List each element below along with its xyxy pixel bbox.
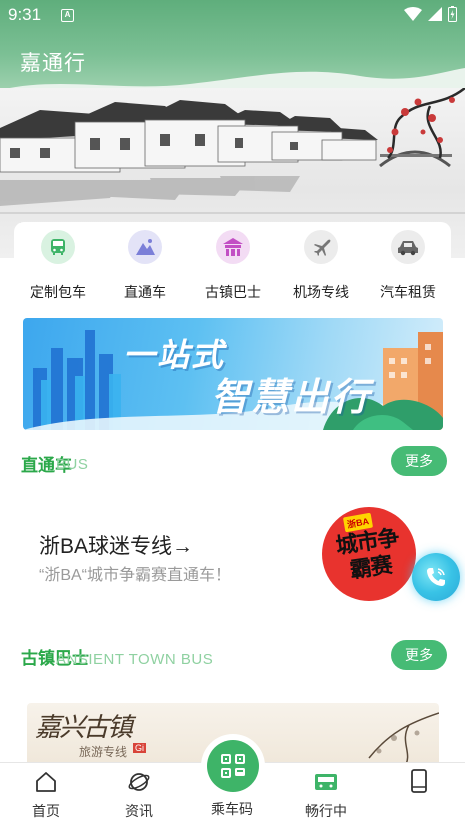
promo-item-zheba[interactable]: 浙BA球迷专线→ “浙BA“城市争霸赛直通车！ 浙BA 城市争霸赛 [0,486,465,606]
category-label: 汽车租赁 [380,284,436,300]
town-card-title: 嘉兴古镇 [35,713,133,743]
system-icons [404,6,457,22]
more-button-direct[interactable]: 更多 [391,446,447,476]
airplane-icon [304,230,338,264]
banner-headline: 一站式 [123,337,226,373]
phone-device-icon [406,769,432,795]
category-charter-bus[interactable]: 定制包车 [13,230,103,302]
section-subtitle-town: ANSIENT TOWN BUS [56,651,214,668]
status-bar: 9:31 A [0,0,465,32]
category-town-bus[interactable]: 古镇巴士 [188,230,278,302]
wifi-icon [404,7,422,21]
nav-news[interactable]: 资讯 [99,769,179,821]
category-label: 定制包车 [30,284,86,300]
category-label: 古镇巴士 [205,284,261,300]
nav-label: 乘车码 [211,801,253,817]
notification-icon: A [61,9,74,22]
nav-home[interactable]: 首页 [6,769,86,821]
more-button-town[interactable]: 更多 [391,640,447,670]
planet-icon [126,769,152,795]
qr-button-wrapper [201,734,265,798]
status-time: 9:31 [8,5,42,24]
signal-icon [428,7,442,21]
nav-device[interactable] [379,769,459,801]
bus-icon [41,230,75,264]
app-header: 9:31 A 嘉通行 [0,0,465,100]
category-car-rental[interactable]: 汽车租赁 [363,230,453,302]
phone-icon [427,568,445,586]
nav-label: 畅行中 [305,803,347,819]
category-label: 直通车 [124,284,166,300]
car-icon [391,230,425,264]
category-card: 定制包车 直通车 古镇巴士 机场专线 汽车租赁 [14,222,451,310]
banner-tagline: 智慧出行 [211,377,372,419]
badge-text: 城市争霸赛 [334,524,401,583]
category-airport-line[interactable]: 机场专线 [276,230,366,302]
promo-title: 浙BA球迷专线→ [39,535,194,558]
nav-active-trip[interactable]: 畅行中 [286,769,366,821]
app-title: 嘉通行 [20,52,86,75]
ticket-icon [313,769,339,795]
battery-icon [448,6,457,22]
qr-bus-icon [221,754,245,778]
category-direct-bus[interactable]: 直通车 [100,230,190,302]
nav-ride-code[interactable]: 乘车码 [192,799,272,819]
mountain-icon [128,230,162,264]
home-icon [33,769,59,795]
ride-code-button[interactable] [207,740,259,792]
promo-banner[interactable]: 一站式 智慧出行 [23,318,443,430]
category-label: 机场专线 [293,284,349,300]
nav-label: 资讯 [125,803,153,819]
town-card-subtitle: 旅游专线 [79,745,128,759]
promo-badge-image: 浙BA 城市争霸赛 [322,507,416,601]
town-card-tag: Gi [133,743,146,753]
nav-label: 首页 [32,803,60,819]
temple-icon [216,230,250,264]
promo-subtitle: “浙BA“城市争霸赛直通车！ [39,567,232,584]
section-subtitle-direct: BUS [56,456,89,473]
phone-call-button[interactable] [412,553,460,601]
